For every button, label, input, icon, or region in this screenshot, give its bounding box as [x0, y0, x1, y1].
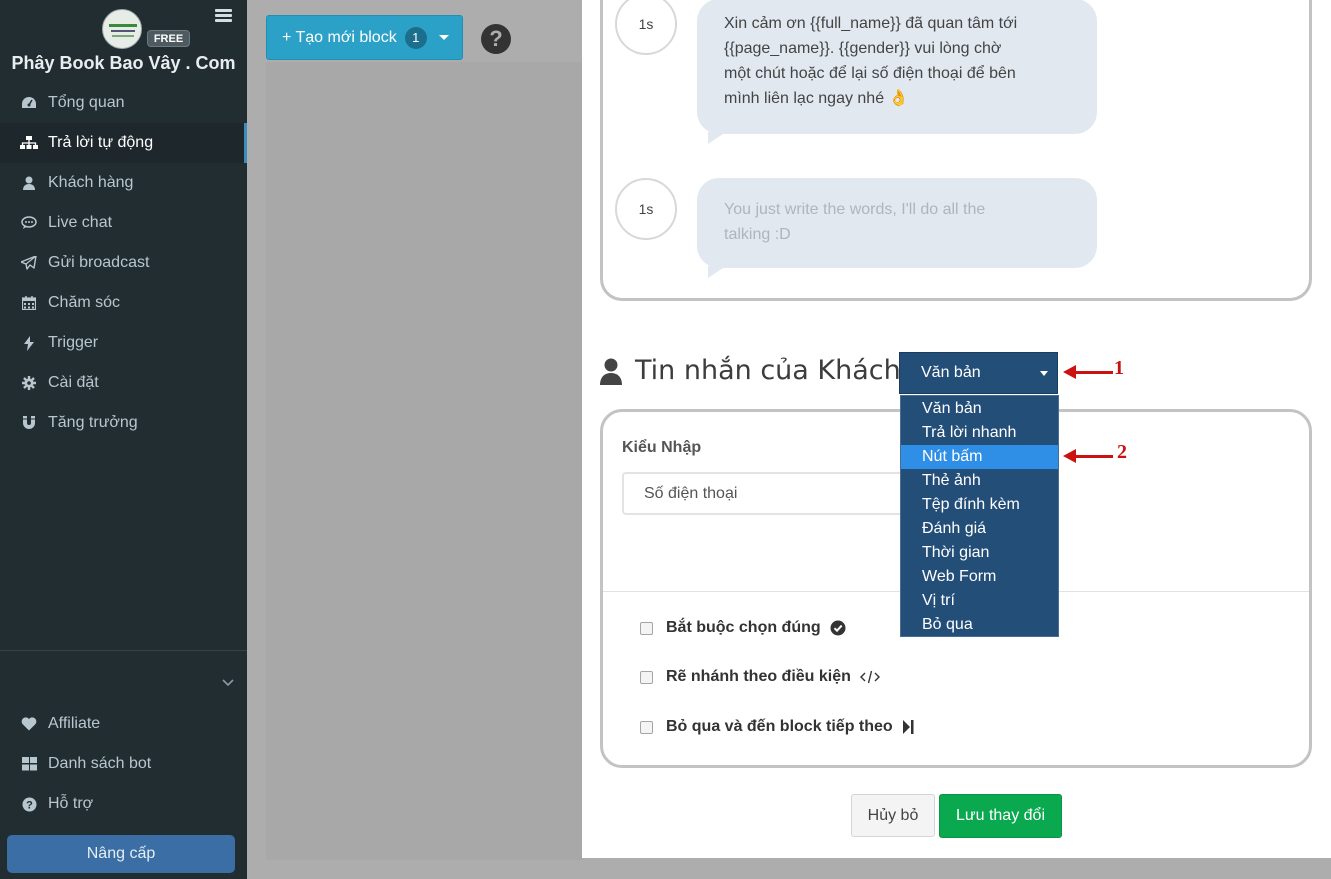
dropdown-option[interactable]: Thời gian [901, 541, 1058, 565]
dropdown-option[interactable]: Trả lời nhanh [901, 421, 1058, 445]
message-line: talking :D [724, 226, 791, 243]
checkbox[interactable] [640, 720, 653, 734]
sidebar-item-tong-quan[interactable]: Tổng quan [0, 83, 247, 123]
sidebar-bottom-nav: Affiliate Danh sách bot ? Hỗ trợ [0, 704, 247, 824]
modal-footer-shadow [582, 858, 1331, 879]
check-circle-icon [830, 620, 846, 636]
bubble-tail [708, 266, 726, 278]
message-line: You just write the words, I'll do all th… [724, 201, 986, 218]
message-bubble[interactable]: You just write the words, I'll do all th… [697, 178, 1097, 268]
sidebar-divider [0, 650, 247, 651]
chevron-down-icon[interactable] [221, 675, 235, 687]
sidebar-item-label: Cài đặt [48, 374, 99, 391]
upgrade-button[interactable]: Nâng cấp [7, 835, 235, 873]
sidebar-item-label: Hỗ trợ [48, 795, 94, 812]
sidebar-nav: Tổng quan Trả lời tự động Khách hàng Liv… [0, 83, 247, 443]
annotation-arrow-1: 1 [1063, 357, 1124, 382]
message-line: {{page_name}}. {{gender}} vui lòng chờ [724, 40, 1002, 57]
sidebar-item-label: Affiliate [48, 715, 101, 732]
option-label: Bỏ qua và đến block tiếp theo [666, 718, 893, 735]
sidebar-item-label: Trigger [48, 334, 99, 351]
message-type-selected: Văn bản [921, 364, 981, 381]
step-forward-icon [902, 720, 914, 734]
magnet-icon [20, 415, 38, 431]
sidebar-item-cham-soc[interactable]: Chăm sóc [0, 283, 247, 323]
user-icon [20, 175, 38, 191]
sidebar-item-live-chat[interactable]: Live chat [0, 203, 247, 243]
message-line: Xin cảm ơn {{full_name}} đã quan tâm tới [724, 15, 1018, 32]
sidebar-item-khach-hang[interactable]: Khách hàng [0, 163, 247, 203]
dropdown-option[interactable]: Văn bản [901, 397, 1058, 421]
create-block-label: + Tạo mới block [282, 28, 397, 46]
calendar-icon [20, 295, 38, 311]
sidebar-item-label: Khách hàng [48, 174, 134, 191]
dropdown-option[interactable]: Đánh giá [901, 517, 1058, 541]
message-line: mình liên lạc ngay nhé 👌 [724, 90, 909, 107]
save-button[interactable]: Lưu thay đổi [939, 794, 1062, 838]
sidebar-item-danh-sach-bot[interactable]: Danh sách bot [0, 744, 247, 784]
main-canvas [266, 62, 582, 860]
sidebar-item-label: Tổng quan [48, 94, 125, 111]
dropdown-option[interactable]: Web Form [901, 565, 1058, 589]
dropdown-option[interactable]: Tệp đính kèm [901, 493, 1058, 517]
caret-down-icon [438, 35, 449, 40]
annotation-arrow-2: 2 [1063, 441, 1131, 466]
dashboard-icon [20, 95, 38, 111]
dropdown-option[interactable]: Vị trí [901, 589, 1058, 613]
message-type-select[interactable]: Văn bản [899, 352, 1058, 394]
heart-icon [20, 716, 38, 732]
plan-badge: FREE [147, 30, 190, 47]
menu-toggle-icon[interactable] [215, 9, 232, 23]
user-icon [600, 358, 622, 386]
sidebar-item-label: Live chat [48, 214, 113, 231]
sidebar-item-label: Gửi broadcast [48, 254, 150, 271]
option-required-correct[interactable]: Bắt buộc chọn đúng [640, 617, 846, 639]
sidebar: FREE Phây Book Bao Vây . Com Tổng quan T… [0, 0, 247, 879]
message-line: một chút hoặc để lại số điện thoại để bê… [724, 65, 1016, 82]
input-type-field[interactable]: Số điện thoại [622, 472, 912, 515]
gear-icon [20, 375, 38, 391]
bolt-icon [20, 335, 38, 351]
dropdown-option[interactable]: Thẻ ảnh [901, 469, 1058, 493]
checkbox[interactable] [640, 621, 653, 635]
cancel-button[interactable]: Hủy bỏ [851, 794, 935, 837]
dropdown-option[interactable]: Bỏ qua [901, 613, 1058, 637]
sidebar-item-affiliate[interactable]: Affiliate [0, 704, 247, 744]
sidebar-item-label: Danh sách bot [48, 755, 152, 772]
option-conditional-branch[interactable]: Rẽ nhánh theo điều kiện [640, 666, 880, 688]
message-bubble[interactable]: Xin cảm ơn {{full_name}} đã quan tâm tới… [697, 0, 1097, 134]
option-label: Rẽ nhánh theo điều kiện [666, 668, 851, 685]
sidebar-item-ho-tro[interactable]: ? Hỗ trợ [0, 784, 247, 824]
bubble-tail [708, 132, 726, 144]
code-icon [859, 670, 880, 684]
paper-plane-icon [20, 255, 38, 271]
message-type-dropdown: Văn bản Trả lời nhanh Nút bấm Thẻ ảnh Tệ… [900, 395, 1059, 637]
option-label: Bắt buộc chọn đúng [666, 619, 821, 636]
help-icon[interactable]: ? [481, 24, 511, 54]
delay-indicator[interactable]: 1s [615, 178, 677, 240]
create-block-button[interactable]: + Tạo mới block 1 [266, 15, 463, 60]
user-message-title: Tin nhắn của Khách [635, 355, 901, 386]
input-type-label: Kiểu Nhập [622, 439, 702, 456]
sidebar-item-cai-dat[interactable]: Cài đặt [0, 363, 247, 403]
brand-name: Phây Book Bao Vây . Com [11, 53, 236, 73]
sidebar-item-tra-loi-tu-dong[interactable]: Trả lời tự động [0, 123, 247, 163]
sidebar-item-tang-truong[interactable]: Tăng trưởng [0, 403, 247, 443]
option-skip-next-block[interactable]: Bỏ qua và đến block tiếp theo [640, 716, 914, 738]
brand-logo[interactable] [102, 9, 142, 49]
sidebar-item-label: Trả lời tự động [48, 134, 154, 151]
question-circle-icon: ? [20, 796, 38, 812]
sidebar-item-trigger[interactable]: Trigger [0, 323, 247, 363]
caret-down-icon [1040, 371, 1048, 376]
chat-icon [20, 215, 38, 231]
sidebar-item-label: Chăm sóc [48, 294, 121, 311]
block-count-badge: 1 [404, 26, 427, 49]
svg-text:?: ? [26, 799, 33, 811]
sidebar-item-gui-broadcast[interactable]: Gửi broadcast [0, 243, 247, 283]
dropdown-option-highlighted[interactable]: Nút bấm [901, 445, 1058, 469]
sitemap-icon [20, 135, 38, 151]
sidebar-item-label: Tăng trưởng [48, 414, 138, 431]
checkbox[interactable] [640, 670, 653, 684]
grid-icon [20, 756, 38, 772]
